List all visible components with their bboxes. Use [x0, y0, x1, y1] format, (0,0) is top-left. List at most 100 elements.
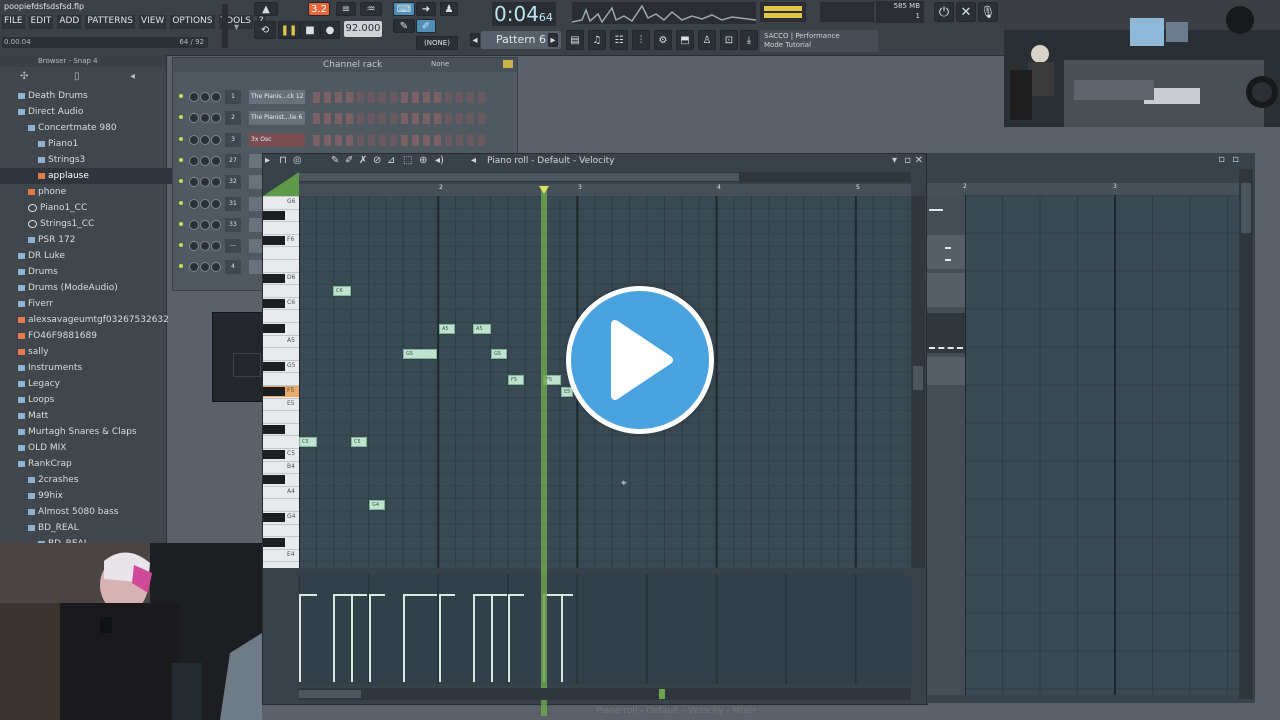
step-button[interactable] [456, 134, 463, 146]
black-key[interactable] [263, 361, 285, 371]
step-button[interactable] [478, 113, 485, 125]
minimize-icon[interactable]: ▾ [892, 155, 897, 166]
recording-filter-icon[interactable]: ♟ [440, 2, 458, 16]
channel-mix-knob[interactable] [211, 155, 221, 166]
record-button[interactable]: ● [320, 21, 340, 39]
step-button[interactable] [456, 92, 463, 103]
mic-icon[interactable]: 🎙 [978, 2, 998, 22]
channel-mixer-track[interactable]: 3 [225, 132, 241, 147]
browser-item[interactable]: 99hix [0, 488, 194, 504]
piano-roll-vscroll[interactable] [911, 196, 925, 568]
recording-icon[interactable]: ⊡ [720, 30, 738, 50]
midi-note[interactable]: G5 [403, 349, 437, 359]
piano-roll-arrow-icon[interactable]: ◂ [471, 155, 476, 166]
step-button[interactable] [335, 113, 342, 125]
play-note-icon[interactable]: ◎ [293, 155, 302, 166]
velocity-bar[interactable] [351, 594, 353, 682]
channel-row[interactable]: 1 The Pianis...ck 12 [177, 88, 513, 106]
pin-icon[interactable]: ✣ [20, 71, 28, 82]
channel-mixer-track[interactable]: 27 [225, 153, 241, 168]
piano-keyboard[interactable]: G6 F6 D6 C6 A5 G5 F5 E5 C5 B4 A4 G4 E4 [263, 196, 299, 568]
step-button[interactable] [456, 113, 463, 125]
step-button[interactable] [423, 113, 430, 125]
slice-icon[interactable]: ⊿ [387, 155, 395, 166]
velocity-bar[interactable] [473, 594, 475, 682]
pattern-indicator[interactable]: 3.2 [308, 2, 330, 16]
step-button[interactable] [368, 92, 375, 103]
step-button[interactable] [467, 92, 474, 103]
channel-pan-knob[interactable] [189, 113, 199, 124]
channel-vol-knob[interactable] [200, 198, 210, 209]
channel-pan-knob[interactable] [189, 241, 199, 252]
step-button[interactable] [324, 92, 331, 103]
tempo-display[interactable]: 92.000 [344, 21, 382, 37]
menu-patterns[interactable]: PATTERNS [85, 15, 135, 29]
power-icon[interactable]: ⏻ [934, 2, 954, 22]
menu-file[interactable]: FILE [2, 15, 25, 29]
step-button[interactable] [423, 92, 430, 103]
pattern-next-button[interactable]: ▸ [548, 33, 558, 47]
metronome-icon[interactable]: ≡ [336, 2, 356, 16]
step-button[interactable] [324, 113, 331, 125]
step-button[interactable] [368, 113, 375, 125]
channel-mixer-track[interactable]: 31 [225, 196, 241, 211]
step-button[interactable] [357, 113, 364, 125]
midi-note[interactable]: C5 [351, 437, 367, 447]
collapse-icon[interactable]: ◂ [130, 71, 135, 82]
step-button[interactable] [434, 134, 441, 146]
channel-vol-knob[interactable] [200, 113, 210, 124]
channel-mixer-track[interactable]: 4 [225, 260, 241, 275]
mute-icon[interactable]: ⊘ [373, 155, 381, 166]
step-button[interactable] [390, 92, 397, 103]
channel-vol-knob[interactable] [200, 262, 210, 273]
browser-item[interactable]: alexsavageumtgf03267532632 [0, 312, 184, 328]
channel-mixer-track[interactable]: 1 [225, 90, 241, 104]
playlist-track-headers[interactable] [927, 195, 965, 695]
browser-item[interactable]: sally [0, 344, 184, 360]
browser-item[interactable]: FO46F9881689 [0, 328, 184, 344]
step-button[interactable] [445, 92, 452, 103]
playhead-marker-icon[interactable] [539, 186, 549, 194]
close-icon[interactable]: ✕ [915, 155, 923, 166]
channel-mix-knob[interactable] [211, 241, 221, 252]
step-button[interactable] [379, 134, 386, 146]
browser-item[interactable]: Drums [0, 264, 184, 280]
channel-pan-knob[interactable] [189, 262, 199, 273]
channel-mix-knob[interactable] [211, 198, 221, 209]
browser-item[interactable]: Fiverr [0, 296, 184, 312]
magnet-icon[interactable]: ⊓ [279, 155, 287, 166]
plugin-picker-icon[interactable]: ⬒ [676, 30, 694, 50]
channel-led-icon[interactable] [179, 200, 183, 205]
draw-icon[interactable]: ✎ [393, 19, 415, 33]
step-button[interactable] [324, 134, 331, 146]
channel-mixer-track[interactable]: 33 [225, 217, 241, 232]
channel-settings-icon[interactable]: ⚙ [654, 30, 672, 50]
black-key[interactable] [263, 210, 285, 220]
pattern-prev-button[interactable]: ◂ [470, 33, 480, 47]
channel-name-button[interactable]: The Pianis...ck 12 [249, 90, 305, 104]
step-button[interactable] [423, 134, 430, 146]
channel-pan-knob[interactable] [189, 92, 199, 102]
browser-item[interactable]: DR Luke [0, 248, 184, 264]
browser-item[interactable]: Strings1_CC [0, 216, 194, 232]
step-button[interactable] [357, 134, 364, 146]
channel-vol-knob[interactable] [200, 92, 210, 102]
step-button[interactable] [412, 134, 419, 146]
step-button[interactable] [346, 113, 353, 125]
step-button[interactable] [335, 134, 342, 146]
playhead[interactable] [541, 186, 547, 716]
midi-note[interactable]: A5 [439, 324, 455, 334]
channel-mix-knob[interactable] [211, 134, 221, 145]
step-edit-icon[interactable]: ➜ [416, 2, 436, 16]
playlist-grid[interactable] [965, 195, 1239, 695]
midi-note[interactable]: G4 [369, 500, 385, 510]
maximize-icon[interactable]: ▫ [904, 155, 911, 166]
midi-note[interactable]: C5 [299, 437, 317, 447]
step-button[interactable] [445, 113, 452, 125]
step-button[interactable] [335, 92, 342, 103]
black-key[interactable] [263, 273, 285, 283]
browser-item[interactable]: OLD MIX [0, 440, 184, 456]
channel-led-icon[interactable] [179, 115, 183, 120]
playlist-vscroll[interactable] [1239, 169, 1253, 699]
velocity-bar[interactable] [561, 594, 563, 682]
